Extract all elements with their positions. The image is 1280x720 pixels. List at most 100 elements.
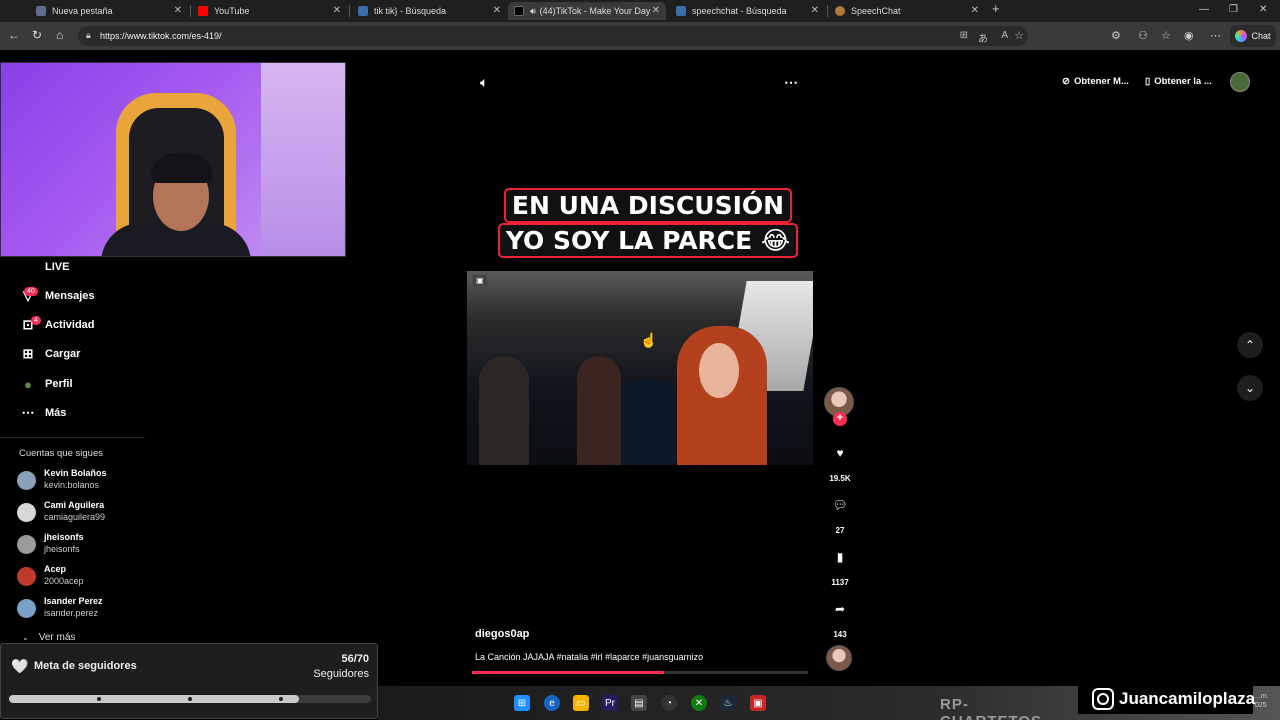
video-description: La Canción JAJAJA #natalia #lrl #laparce… — [475, 652, 704, 662]
avatar — [17, 535, 36, 554]
tab-search-speechchat[interactable]: speechchat - Búsqueda ✕ — [670, 2, 825, 20]
close-icon[interactable]: ✕ — [811, 5, 819, 16]
tab-divider — [190, 5, 191, 17]
sidebar-divider — [0, 437, 145, 438]
followed-account[interactable]: Kevin Bolaños kevin.bolanos — [17, 468, 167, 496]
get-app-button[interactable]: ⊘ Obtener M... — [1062, 70, 1129, 92]
close-icon[interactable]: ✕ — [652, 5, 660, 16]
tab-title: SpeechChat — [851, 6, 901, 16]
premiere-icon[interactable]: Pr — [602, 695, 618, 711]
split-screen-icon[interactable]: ⚇ — [1138, 29, 1148, 42]
app-icon[interactable]: ▣ — [750, 695, 766, 711]
steam-icon[interactable]: ♨ — [720, 695, 736, 711]
sidebar-item-live[interactable]: LIVE — [20, 256, 69, 278]
tab-favicon-icon — [36, 6, 46, 16]
video-caption-overlay: EN UNA DISCUSIÓN YO SOY LA PARCE 😂 — [488, 188, 808, 258]
webcam-person-hair — [151, 153, 213, 183]
translate-icon[interactable]: あ — [978, 30, 988, 45]
restore-icon[interactable]: ❐ — [1229, 4, 1238, 15]
favorite-star-icon[interactable]: ☆ — [1014, 29, 1024, 42]
stream-scene-title: RP-CUARTETOS — [940, 696, 1041, 720]
edge-icon[interactable]: e — [544, 695, 560, 711]
windows-start-icon[interactable]: ⊞ — [514, 695, 530, 711]
favorites-icon[interactable]: ☆ — [1161, 29, 1171, 42]
avatar — [17, 471, 36, 490]
more-options-icon[interactable]: ⋯ — [784, 74, 798, 91]
close-icon[interactable]: ✕ — [333, 5, 341, 16]
back-icon[interactable]: ← — [8, 28, 20, 42]
minimize-icon[interactable]: — — [1199, 4, 1209, 15]
heart-icon[interactable]: ♥ — [828, 441, 852, 465]
followed-account[interactable]: Acep 2000acep — [17, 564, 167, 592]
close-icon[interactable]: ✕ — [971, 5, 979, 16]
video-person-face — [699, 343, 739, 398]
comment-icon[interactable]: 💬︎ — [828, 493, 852, 517]
obs-icon[interactable]: ◔ — [661, 695, 677, 711]
mouse-cursor-icon: ☝ — [640, 332, 658, 348]
xbox-icon[interactable]: ✕ — [691, 695, 707, 711]
read-aloud-icon[interactable]: A — [1001, 30, 1008, 41]
avatar — [17, 567, 36, 586]
folder-icon[interactable]: ▭ — [573, 695, 589, 711]
followed-account[interactable]: jheisonfs jheisonfs — [17, 532, 167, 560]
get-desktop-app-button[interactable]: ▯ Obtener la ... — [1145, 70, 1212, 92]
sidebar-item-perfil[interactable]: ● Perfil — [20, 373, 72, 395]
car-seat — [617, 381, 677, 465]
tab-youtube[interactable]: YouTube ✕ — [192, 2, 347, 20]
url-field[interactable]: 🔒︎ https://www.tiktok.com/es-419/ ⊞ あ A … — [78, 26, 1028, 46]
previous-video-chevron-up-icon[interactable]: ⌃ — [1237, 332, 1263, 358]
next-video-chevron-down-icon[interactable]: ⌄ — [1237, 375, 1263, 401]
copilot-icon — [1235, 30, 1248, 42]
tab-nueva-pestana[interactable]: Nueva pestaña ✕ — [30, 2, 188, 20]
sidebar-item-label: Cargar — [45, 348, 81, 360]
close-icon[interactable]: ✕ — [493, 5, 501, 16]
caption-line: YO SOY LA PARCE 😂 — [497, 223, 799, 258]
user-avatar[interactable] — [1230, 72, 1250, 92]
video-progress-fill — [472, 671, 664, 674]
goal-subtitle: Seguidores — [313, 668, 369, 680]
goal-milestone-dot — [97, 697, 101, 701]
speechchat-icon — [835, 6, 845, 16]
followed-account[interactable]: Cami Aguilera camiaguilera99 — [17, 500, 167, 528]
account-name: Isander Perez — [44, 596, 103, 606]
refresh-icon[interactable]: ↻ — [32, 28, 42, 42]
profile-avatar-icon[interactable]: ◉ — [1184, 29, 1194, 42]
window-close-icon[interactable]: ✕ — [1259, 4, 1267, 15]
video-player[interactable]: ▣ — [467, 271, 813, 465]
tab-speechchat[interactable]: SpeechChat ✕ — [829, 2, 985, 20]
video-person — [577, 356, 621, 465]
sidebar-item-mas[interactable]: ⋯ Más — [20, 402, 67, 424]
account-name: jheisonfs — [44, 532, 84, 542]
music-disc-avatar[interactable] — [826, 645, 852, 671]
close-icon[interactable]: ✕ — [174, 5, 182, 16]
goal-milestone-dot — [188, 697, 192, 701]
chevron-down-icon: ⌄ — [22, 633, 29, 642]
tab-title: tik tik} - Búsqueda — [374, 6, 447, 16]
comments-count: 27 — [835, 526, 845, 535]
saves-count: 1137 — [831, 578, 849, 587]
copilot-chat-button[interactable]: Chat — [1230, 25, 1276, 47]
follow-plus-icon[interactable]: + — [833, 412, 847, 426]
video-progress-bar[interactable] — [472, 671, 808, 674]
app-icon: ⊘ — [1062, 75, 1070, 87]
goal-progress-bar — [9, 695, 371, 703]
share-icon[interactable]: ➦ — [828, 597, 852, 621]
search-icon — [358, 6, 368, 16]
see-more-link[interactable]: ⌄ Ver más — [22, 632, 75, 643]
extensions-icon[interactable]: ⚙ — [1111, 29, 1121, 42]
tab-tiktok[interactable]: 🔊︎ (44)TikTok - Make Your Day ✕ — [508, 2, 666, 20]
followed-account[interactable]: Isander Perez isander.perez — [17, 596, 167, 624]
volume-icon[interactable]: 🔈︎ — [480, 74, 488, 91]
more-options-icon[interactable]: ⋯ — [1210, 29, 1221, 42]
sidebar-item-cargar[interactable]: ⊞ Cargar — [20, 343, 81, 365]
new-tab-icon[interactable]: + — [992, 1, 1000, 16]
home-icon[interactable]: ⌂ — [56, 28, 63, 42]
bookmark-icon[interactable]: ▮ — [828, 545, 852, 569]
tab-title: YouTube — [214, 6, 250, 16]
video-author-username[interactable]: diegos0ap — [475, 628, 529, 640]
tab-divider — [827, 5, 828, 17]
tab-search-tiktik[interactable]: tik tik} - Búsqueda ✕ — [352, 2, 507, 20]
store-icon[interactable]: ▤ — [631, 695, 647, 711]
goal-milestone-dot — [279, 697, 283, 701]
app-available-icon[interactable]: ⊞ — [960, 30, 968, 41]
